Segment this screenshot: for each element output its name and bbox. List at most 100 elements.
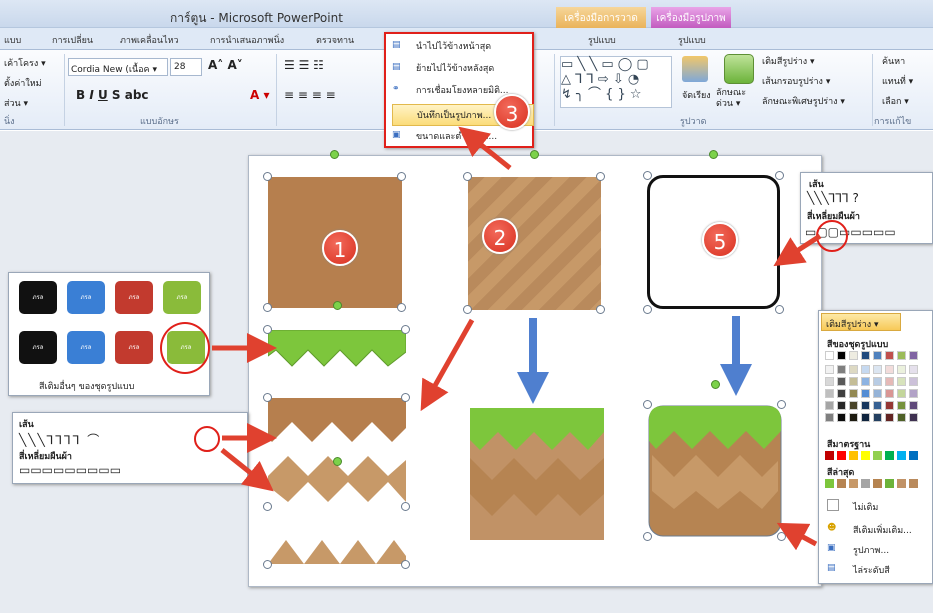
- resize-handle[interactable]: [401, 393, 410, 402]
- color-swatch[interactable]: [909, 401, 918, 410]
- tab-transitions[interactable]: การเปลี่ยน: [52, 33, 93, 47]
- style-swatch[interactable]: ภรล: [115, 281, 153, 314]
- tab-review[interactable]: ตรวจทาน: [316, 33, 354, 47]
- color-swatch[interactable]: [861, 413, 870, 422]
- no-fill-option[interactable]: ไม่เติม: [853, 500, 878, 514]
- color-swatch[interactable]: [885, 351, 894, 360]
- color-swatch[interactable]: [909, 413, 918, 422]
- color-swatch[interactable]: [825, 479, 834, 488]
- rotation-handle[interactable]: [330, 150, 339, 159]
- color-swatch[interactable]: [849, 413, 858, 422]
- color-swatch[interactable]: [885, 377, 894, 386]
- color-swatch[interactable]: [897, 365, 906, 374]
- standard-color-row[interactable]: [825, 451, 933, 461]
- color-swatch[interactable]: [837, 413, 846, 422]
- drawing-tools-context-tab[interactable]: เครื่องมือการวาด: [556, 7, 646, 28]
- color-swatch[interactable]: [861, 451, 870, 460]
- theme-color-grid[interactable]: [825, 351, 933, 433]
- rotation-handle[interactable]: [711, 380, 720, 389]
- color-swatch[interactable]: [909, 377, 918, 386]
- font-size-select[interactable]: 28: [170, 58, 202, 76]
- gradient-fill-option[interactable]: ไล่ระดับสี: [853, 563, 890, 577]
- resize-handle[interactable]: [463, 305, 472, 314]
- resize-handle[interactable]: [401, 502, 410, 511]
- color-swatch[interactable]: [861, 377, 870, 386]
- color-swatch[interactable]: [825, 365, 834, 374]
- resize-handle[interactable]: [643, 532, 652, 541]
- color-swatch[interactable]: [873, 377, 882, 386]
- tab-slideshow[interactable]: การนำเสนอภาพนิ่ง: [210, 33, 284, 47]
- font-name-select[interactable]: Cordia New (เนื้อค ▾: [68, 58, 168, 76]
- color-swatch[interactable]: [885, 413, 894, 422]
- line-shapes-icons[interactable]: ╲╲╲⅂⅂⅂⅂ ⌒: [19, 431, 101, 448]
- align-icons[interactable]: ≡ ≡ ≡ ≡: [284, 88, 336, 102]
- shape-effects-button[interactable]: ลักษณะพิเศษรูปร่าง ▾: [762, 94, 845, 108]
- style-swatch[interactable]: ภรล: [19, 331, 57, 364]
- color-swatch[interactable]: [885, 451, 894, 460]
- color-swatch[interactable]: [897, 479, 906, 488]
- resize-handle[interactable]: [397, 303, 406, 312]
- color-swatch[interactable]: [873, 351, 882, 360]
- color-swatch[interactable]: [885, 365, 894, 374]
- tab-format-picture[interactable]: รูปแบบ: [678, 33, 706, 47]
- color-swatch[interactable]: [885, 479, 894, 488]
- color-swatch[interactable]: [861, 351, 870, 360]
- arrange-icon[interactable]: [682, 56, 708, 82]
- line-shapes-icons[interactable]: ╲╲╲⅂⅂⅂ ?: [807, 191, 859, 205]
- color-swatch[interactable]: [849, 389, 858, 398]
- style-swatch[interactable]: ภรล: [67, 331, 105, 364]
- rotation-handle[interactable]: [530, 150, 539, 159]
- grass-strip-shape[interactable]: [268, 330, 406, 370]
- color-swatch[interactable]: [909, 389, 918, 398]
- resize-handle[interactable]: [777, 532, 786, 541]
- resize-handle[interactable]: [397, 172, 406, 181]
- shape-fill-button[interactable]: เติมสีรูปร่าง ▾: [821, 313, 901, 331]
- resize-handle[interactable]: [775, 171, 784, 180]
- color-swatch[interactable]: [825, 451, 834, 460]
- tab-animations[interactable]: ภาพเคลื่อนไหว: [120, 33, 179, 47]
- color-swatch[interactable]: [861, 365, 870, 374]
- color-swatch[interactable]: [849, 401, 858, 410]
- section-button[interactable]: ส่วน ▾: [4, 96, 28, 110]
- color-swatch[interactable]: [825, 401, 834, 410]
- find-button[interactable]: ค้นหา: [882, 54, 905, 68]
- color-swatch[interactable]: [825, 389, 834, 398]
- color-swatch[interactable]: [885, 401, 894, 410]
- send-to-back-item[interactable]: ย้ายไปไว้ข้างหลังสุด: [392, 58, 534, 80]
- picture-tools-context-tab[interactable]: เครื่องมือรูปภาพ: [651, 7, 731, 28]
- color-swatch[interactable]: [861, 389, 870, 398]
- color-swatch[interactable]: [873, 479, 882, 488]
- tile-rounded-result[interactable]: [648, 405, 782, 537]
- dirt-triangles-shape[interactable]: [268, 536, 406, 564]
- color-swatch[interactable]: [849, 365, 858, 374]
- shapes-gallery[interactable]: ▭ ╲ ╲ ▭ ◯ ▢ △ ⅂ ⅂ ⇨ ⇩ ◔ ↯ ╮ ⌒ { } ☆: [560, 56, 672, 108]
- color-swatch[interactable]: [849, 479, 858, 488]
- picture-fill-option[interactable]: รูปภาพ...: [853, 543, 889, 557]
- resize-handle[interactable]: [775, 305, 784, 314]
- color-swatch[interactable]: [873, 401, 882, 410]
- color-swatch[interactable]: [837, 401, 846, 410]
- shape-fill-button[interactable]: เติมสีรูปร่าง ▾: [762, 54, 815, 68]
- resize-handle[interactable]: [643, 305, 652, 314]
- style-swatch[interactable]: ภรล: [67, 281, 105, 314]
- arrange-button[interactable]: จัดเรียง: [682, 88, 711, 102]
- rotation-handle[interactable]: [333, 457, 342, 466]
- more-theme-fills-link[interactable]: สีเติมอื่นๆ ของชุดรูปแบบ: [39, 379, 134, 393]
- color-swatch[interactable]: [897, 377, 906, 386]
- select-button[interactable]: เลือก ▾: [882, 94, 909, 108]
- color-swatch[interactable]: [837, 365, 846, 374]
- color-swatch[interactable]: [837, 451, 846, 460]
- layout-button[interactable]: เค้าโครง ▾: [4, 56, 46, 70]
- color-swatch[interactable]: [849, 351, 858, 360]
- dirt-strip-shape[interactable]: [268, 398, 406, 442]
- style-swatch[interactable]: ภรล: [19, 281, 57, 314]
- more-colors-option[interactable]: สีเติมเพิ่มเติม...: [853, 523, 912, 537]
- color-swatch[interactable]: [897, 413, 906, 422]
- rectangle-shapes-icons[interactable]: ▭▭▭▭▭▭▭▭▭: [19, 463, 121, 477]
- color-swatch[interactable]: [837, 389, 846, 398]
- tile-grass-result[interactable]: [470, 408, 604, 540]
- color-swatch[interactable]: [849, 377, 858, 386]
- color-swatch[interactable]: [873, 413, 882, 422]
- resize-handle[interactable]: [643, 400, 652, 409]
- grow-font-icon[interactable]: A˄ A˅: [208, 58, 243, 72]
